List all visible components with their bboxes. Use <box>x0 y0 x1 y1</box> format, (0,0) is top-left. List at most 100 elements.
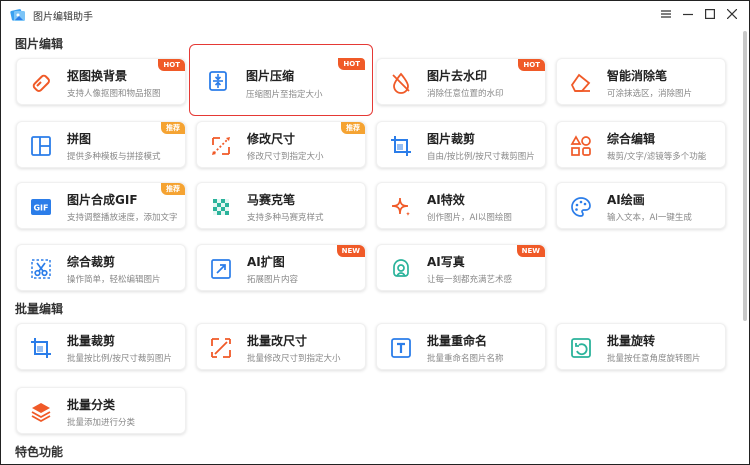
new-badge: NEW <box>516 245 545 257</box>
card-title: AI特效 <box>427 193 465 207</box>
section-title-edit: 图片编辑 <box>15 37 64 51</box>
card-resize[interactable]: 修改尺寸 修改尺寸到指定大小 推荐 <box>196 121 366 168</box>
card-desc: 压缩图片至指定大小 <box>246 90 323 100</box>
card-desc: 支持人像抠图和物品抠图 <box>67 89 161 99</box>
section-title-special: 特色功能 <box>15 445 64 459</box>
new-badge: NEW <box>336 245 365 257</box>
collage-icon <box>31 136 51 156</box>
card-title: 综合裁剪 <box>67 255 116 269</box>
card-desc: 自由/按比例/按尺寸裁剪图片 <box>427 152 535 162</box>
card-desc: 操作简单，轻松编辑图片 <box>67 275 161 285</box>
card-desc: 批量按任意角度旋转图片 <box>607 354 701 364</box>
card-batch-rotate[interactable]: 批量旋转 批量按任意角度旋转图片 <box>556 323 726 370</box>
card-desc: 修改尺寸到指定大小 <box>247 152 324 162</box>
card-desc: 批量重命名图片名称 <box>427 354 504 364</box>
card-title: 马赛克笔 <box>247 193 296 207</box>
resize-icon <box>212 137 230 155</box>
scissors-icon <box>31 259 51 279</box>
recommend-badge: 推荐 <box>161 183 185 195</box>
card-title: 图片去水印 <box>427 69 488 83</box>
card-desc: 批量按比例/按尺寸裁剪图片 <box>67 354 172 364</box>
card-title: 综合编辑 <box>607 132 656 146</box>
card-desc: 创作图片，AI以图绘图 <box>427 213 512 223</box>
recommend-badge: 推荐 <box>161 122 185 134</box>
card-ai-painting[interactable]: AI绘画 输入文本，AI一键生成 <box>556 182 726 229</box>
card-title: AI写真 <box>427 255 465 269</box>
batch-classify-icon <box>31 403 51 423</box>
vertical-scrollbar[interactable] <box>743 31 747 321</box>
maximize-icon <box>705 9 715 19</box>
crop-icon <box>391 136 411 156</box>
smart-eraser-icon <box>570 73 591 92</box>
card-title: AI扩图 <box>247 255 285 269</box>
close-icon <box>727 9 737 19</box>
batch-resize-icon <box>211 338 231 358</box>
card-batch-rename[interactable]: 批量重命名 批量重命名图片名称 <box>376 323 546 370</box>
card-title: 批量旋转 <box>607 334 656 348</box>
card-title: 拼图 <box>67 132 92 146</box>
app-logo-icon <box>10 9 25 21</box>
card-ai-effects[interactable]: AI特效 创作图片，AI以图绘图 <box>376 182 546 229</box>
card-gif[interactable]: GIF 图片合成GIF 支持调整播放速度，添加文字 推荐 <box>16 182 186 229</box>
menu-icon <box>661 10 671 18</box>
card-title: 图片压缩 <box>246 69 295 83</box>
card-ai-expand[interactable]: AI扩图 拓展图片内容 NEW <box>196 244 366 291</box>
shapes-icon <box>570 135 591 156</box>
card-crop[interactable]: 图片裁剪 自由/按比例/按尺寸裁剪图片 <box>376 121 546 168</box>
card-desc: 输入文本，AI一键生成 <box>607 213 692 223</box>
close-button[interactable] <box>723 5 741 23</box>
card-title: 修改尺寸 <box>247 132 296 146</box>
card-title: 批量改尺寸 <box>247 334 308 348</box>
card-title: AI绘画 <box>607 193 645 207</box>
recommend-badge: 推荐 <box>341 122 365 134</box>
card-desc: 批量添加进行分类 <box>67 418 136 428</box>
section-title-batch: 批量编辑 <box>15 302 64 316</box>
card-title: 图片合成GIF <box>67 193 138 207</box>
minimize-button[interactable] <box>679 5 697 23</box>
card-comprehensive-edit[interactable]: 综合编辑 裁剪/文字/滤镜等多个功能 <box>556 121 726 168</box>
card-title: 智能消除笔 <box>607 69 668 83</box>
hot-badge: HOT <box>158 59 185 71</box>
card-mosaic-pen[interactable]: 马赛克笔 支持多种马赛克样式 <box>196 182 366 229</box>
card-collage[interactable]: 拼图 提供多种模板与拼接模式 推荐 <box>16 121 186 168</box>
card-image-compress[interactable]: 图片压缩 压缩图片至指定大小 HOT <box>189 44 373 116</box>
card-title: 批量裁剪 <box>67 334 116 348</box>
batch-rename-icon <box>391 338 411 358</box>
card-comprehensive-crop[interactable]: 综合裁剪 操作简单，轻松编辑图片 <box>16 244 186 291</box>
card-batch-crop[interactable]: 批量裁剪 批量按比例/按尺寸裁剪图片 <box>16 323 186 370</box>
card-batch-classify[interactable]: 批量分类 批量添加进行分类 <box>16 387 186 434</box>
card-title: 抠图换背景 <box>67 69 128 83</box>
batch-crop-icon <box>31 338 51 358</box>
card-desc: 拓展图片内容 <box>247 275 299 285</box>
palette-icon <box>571 197 591 217</box>
card-title: 批量重命名 <box>427 334 488 348</box>
batch-rotate-icon <box>571 338 591 358</box>
card-title: 批量分类 <box>67 398 116 412</box>
hot-badge: HOT <box>338 58 365 70</box>
card-smart-eraser[interactable]: 智能消除笔 可涂抹选区，消除图片 <box>556 58 726 105</box>
app-window: 图片编辑助手 图片编辑 抠图换背景 支持人像抠图和物品抠图 HOT 图片压缩 压… <box>0 0 750 465</box>
card-desc: 裁剪/文字/滤镜等多个功能 <box>607 152 707 162</box>
card-ai-portrait[interactable]: AI写真 让每一刻都充满艺术感 NEW <box>376 244 546 291</box>
card-remove-watermark[interactable]: 图片去水印 消除任意位置的水印 HOT <box>376 58 546 105</box>
portrait-icon <box>393 259 409 277</box>
compress-icon <box>209 71 227 91</box>
expand-icon <box>211 259 231 279</box>
watermark-remove-icon <box>392 72 410 94</box>
sparkle-icon <box>391 197 411 217</box>
card-desc: 让每一刻都充满艺术感 <box>427 275 513 285</box>
card-title: 图片裁剪 <box>427 132 476 146</box>
card-desc: 批量修改尺寸到指定大小 <box>247 354 341 364</box>
gif-icon: GIF <box>31 199 51 215</box>
eraser-icon <box>32 74 50 92</box>
card-cutout-background[interactable]: 抠图换背景 支持人像抠图和物品抠图 HOT <box>16 58 186 105</box>
maximize-button[interactable] <box>701 5 719 23</box>
menu-button[interactable] <box>657 5 675 23</box>
app-title: 图片编辑助手 <box>33 12 93 23</box>
card-desc: 可涂抹选区，消除图片 <box>607 89 693 99</box>
card-desc: 支持调整播放速度，添加文字 <box>67 213 178 223</box>
card-desc: 消除任意位置的水印 <box>427 89 504 99</box>
title-bar: 图片编辑助手 <box>1 1 749 29</box>
card-desc: 提供多种模板与拼接模式 <box>67 152 161 162</box>
card-batch-resize[interactable]: 批量改尺寸 批量修改尺寸到指定大小 <box>196 323 366 370</box>
